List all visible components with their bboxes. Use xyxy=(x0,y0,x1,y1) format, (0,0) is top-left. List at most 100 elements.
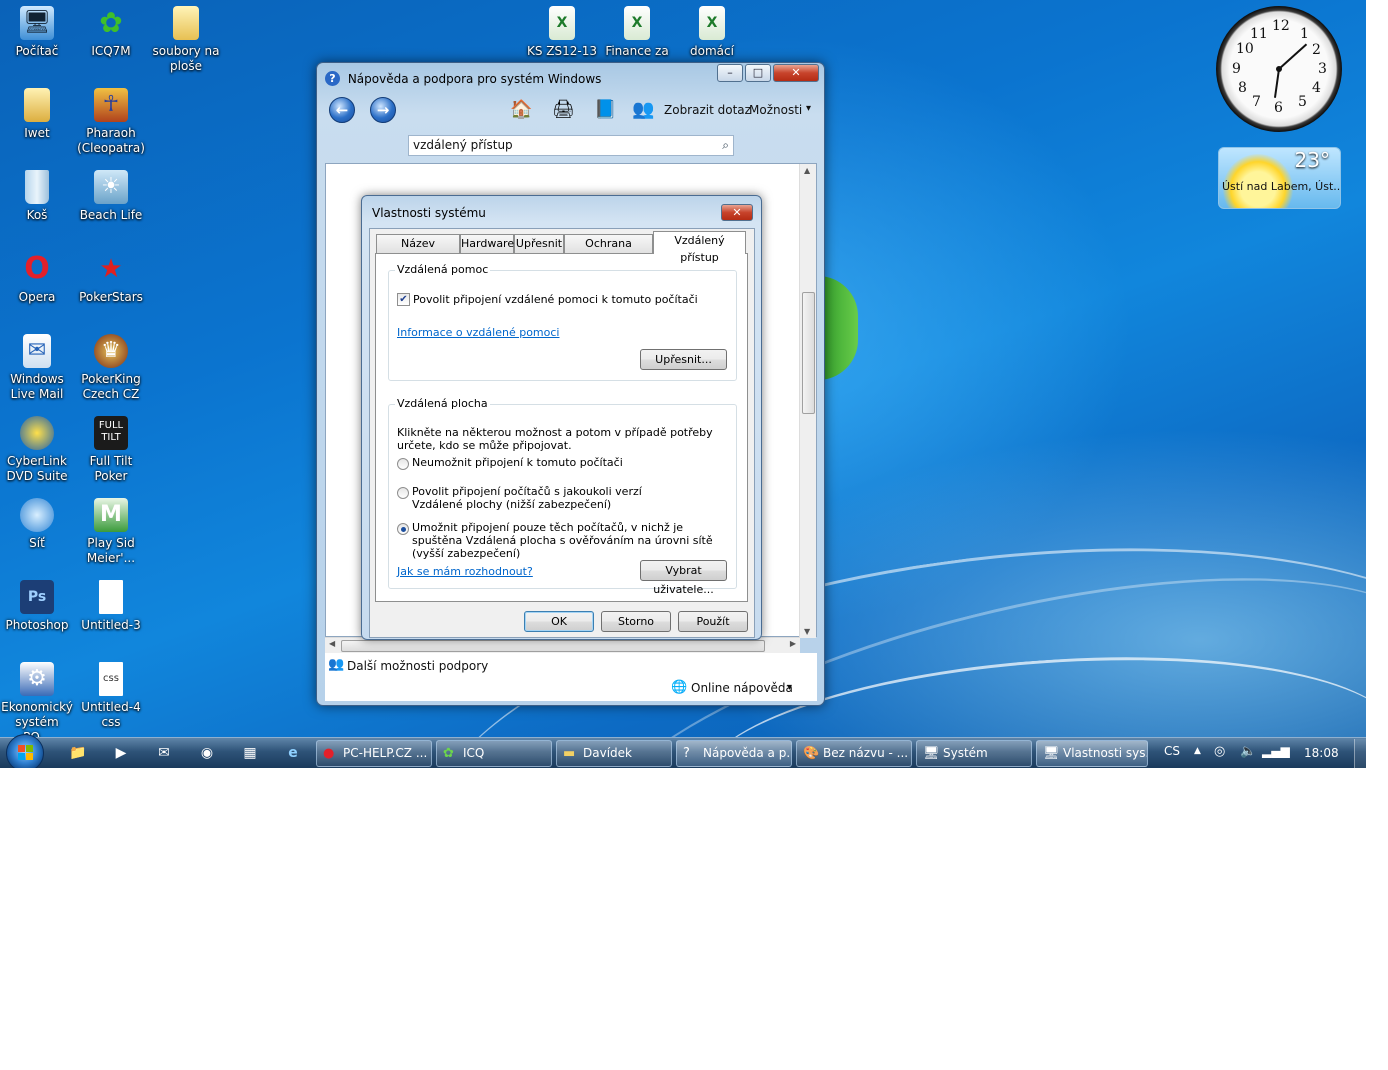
show-hidden-icons-icon[interactable]: ▲ xyxy=(1194,746,1201,756)
maximize-button[interactable]: □ xyxy=(745,64,771,82)
mail-icon[interactable]: ✉ xyxy=(154,743,174,763)
print-icon[interactable]: 🖨 xyxy=(552,99,575,120)
select-users-button[interactable]: Vybrat uživatele... xyxy=(640,560,727,596)
desktop-icon-full-tilt[interactable]: FULL TILT Full Tilt Poker xyxy=(74,414,148,484)
task-davidek[interactable]: ▬ Davídek xyxy=(556,740,672,767)
task-icq[interactable]: ✿ ICQ xyxy=(436,740,552,767)
tab-advanced[interactable]: Upřesnit xyxy=(514,234,564,253)
language-indicator[interactable]: CS xyxy=(1164,744,1180,758)
clock-time[interactable]: 18:08 xyxy=(1304,746,1339,760)
desktop-icon-photoshop[interactable]: Ps Photoshop xyxy=(0,578,74,633)
scroll-left-icon[interactable]: ◀ xyxy=(329,639,335,648)
ask-icon[interactable]: 👥 xyxy=(632,99,654,120)
tab-computer-name[interactable]: Název počítače xyxy=(376,234,460,267)
home-icon[interactable]: 🏠 xyxy=(510,99,532,120)
radio-allow-any-version-label[interactable]: Povolit připojení počítačů s jakoukoli v… xyxy=(412,485,672,511)
online-help-button[interactable]: Online nápověda xyxy=(691,681,793,695)
clock-gadget[interactable]: 12 1 2 3 4 5 6 7 8 9 10 11 xyxy=(1216,6,1342,132)
desktop: 🖥 Počítač ✿ ICQ7M soubory na ploše Iwet … xyxy=(0,0,1366,768)
desktop-icon-soubory[interactable]: soubory na ploše xyxy=(149,4,223,74)
dialog-close-button[interactable]: ✕ xyxy=(721,204,753,221)
desktop-icon-sit[interactable]: Síť xyxy=(0,496,74,551)
desktop-icon-pokerstars[interactable]: ★ PokerStars xyxy=(74,250,148,305)
network-tray-icon[interactable]: ◎ xyxy=(1214,744,1225,759)
desktop-icon-pokerking[interactable]: ♛ PokerKing Czech CZ xyxy=(74,332,148,402)
desktop-icon-domaci[interactable]: X domácí xyxy=(675,4,749,59)
desktop-icon-untitled-3[interactable]: Untitled-3 xyxy=(74,578,148,633)
desktop-icon-cyberlink[interactable]: CyberLink DVD Suite xyxy=(0,414,74,484)
desktop-icon-opera[interactable]: O Opera xyxy=(0,250,74,305)
remote-assistance-checkbox-label[interactable]: Povolit připojení vzdálené pomoci k tomu… xyxy=(413,293,698,306)
scrollbar-thumb[interactable] xyxy=(341,640,765,652)
tab-hardware[interactable]: Hardware xyxy=(460,234,514,253)
desktop-icon-pharaoh[interactable]: ☥ Pharaoh (Cleopatra) xyxy=(74,86,148,156)
chevron-down-icon[interactable]: ▾ xyxy=(787,682,792,693)
weather-gadget[interactable]: 23° Ústí nad Labem, Úst... xyxy=(1218,147,1341,209)
ask-button[interactable]: Zobrazit dotaz xyxy=(664,103,751,117)
scroll-up-icon[interactable]: ▲ xyxy=(804,166,810,175)
start-button[interactable] xyxy=(6,734,44,768)
calculator-icon[interactable]: ▦ xyxy=(240,743,260,763)
desktop-icon-pocitac[interactable]: 🖥 Počítač xyxy=(0,4,74,59)
tab-system-protection[interactable]: Ochrana systému xyxy=(564,234,653,267)
search-icon[interactable]: ⌕ xyxy=(722,136,729,155)
help-window-titlebar[interactable]: ? Nápověda a podpora pro systém Windows xyxy=(325,67,714,89)
ok-button[interactable]: OK xyxy=(524,611,594,632)
radio-allow-nla-only-label[interactable]: Umožnit připojení pouze těch počítačů, v… xyxy=(412,521,732,560)
media-player-icon[interactable]: ▶ xyxy=(111,743,131,763)
close-button[interactable]: ✕ xyxy=(773,64,819,82)
mail-icon: ✉ xyxy=(23,334,51,368)
explorer-icon[interactable]: 📁 xyxy=(68,743,88,763)
internet-explorer-icon[interactable]: e xyxy=(283,743,303,763)
forward-button[interactable]: → xyxy=(370,97,396,123)
more-support-link[interactable]: Další možnosti podpory xyxy=(347,659,488,673)
desktop-icon-untitled-4[interactable]: css Untitled-4 css xyxy=(74,660,148,730)
scrollbar-thumb[interactable] xyxy=(802,292,815,414)
recycle-bin-icon xyxy=(25,170,49,204)
desktop-icon-kos[interactable]: Koš xyxy=(0,168,74,223)
advanced-button[interactable]: Upřesnit... xyxy=(640,349,727,370)
task-system-properties[interactable]: 🖥 Vlastnosti sys... xyxy=(1036,740,1148,767)
folder-icon: ▬ xyxy=(563,746,576,761)
radio-allow-nla-only[interactable] xyxy=(397,523,409,535)
options-button[interactable]: Možnosti xyxy=(749,103,802,117)
windows-flag-icon xyxy=(18,745,33,760)
desktop-icon-iwet[interactable]: Iwet xyxy=(0,86,74,141)
radio-allow-any-version[interactable] xyxy=(397,487,409,499)
desktop-icon-beach-life[interactable]: ☀ Beach Life xyxy=(74,168,148,223)
task-help[interactable]: ? Nápověda a p... xyxy=(676,740,792,767)
show-desktop-button[interactable] xyxy=(1354,739,1366,768)
desktop-icon-sid-meier[interactable]: M Play Sid Meier'... xyxy=(74,496,148,566)
globe-icon[interactable]: ◉ xyxy=(197,743,217,763)
desktop-icon-ekonomicky[interactable]: ⚙ Ekonomický systém PO... xyxy=(0,660,74,745)
task-system[interactable]: 🖥 Systém xyxy=(916,740,1032,767)
photoshop-icon: Ps xyxy=(20,580,54,614)
back-button[interactable]: ← xyxy=(329,97,355,123)
task-paint[interactable]: 🎨 Bez názvu - ... xyxy=(796,740,912,767)
cancel-button[interactable]: Storno xyxy=(601,611,671,632)
minimize-button[interactable]: – xyxy=(717,64,743,82)
icon-label: KS ZS12-13 xyxy=(526,44,597,58)
desktop-icon-icq[interactable]: ✿ ICQ7M xyxy=(74,4,148,59)
remote-assistance-info-link[interactable]: Informace o vzdálené pomoci xyxy=(397,326,559,339)
remote-assistance-checkbox[interactable]: ✔ xyxy=(397,293,410,306)
desktop-icon-finance[interactable]: X Finance za xyxy=(600,4,674,59)
scroll-right-icon[interactable]: ▶ xyxy=(790,639,796,648)
task-opera[interactable]: ● PC-HELP.CZ ... xyxy=(316,740,432,767)
remote-assistance-group: Vzdálená pomoc ✔ Povolit připojení vzdál… xyxy=(388,263,737,381)
radio-deny-remote[interactable] xyxy=(397,458,409,470)
vertical-scrollbar[interactable]: ▲ ▼ xyxy=(799,164,816,638)
tab-remote[interactable]: Vzdálený přístup xyxy=(653,231,746,264)
opera-icon: ● xyxy=(323,746,335,761)
how-to-decide-link[interactable]: Jak se mám rozhodnout? xyxy=(397,565,533,578)
signal-icon[interactable]: ▂▄▆ xyxy=(1262,744,1290,758)
search-input[interactable]: vzdálený přístup ⌕ xyxy=(408,135,734,156)
chevron-down-icon[interactable]: ▾ xyxy=(806,103,811,114)
radio-deny-remote-label[interactable]: Neumožnit připojení k tomuto počítači xyxy=(412,456,727,469)
volume-icon[interactable]: 🔈 xyxy=(1240,744,1256,759)
apply-button[interactable]: Použít xyxy=(678,611,748,632)
desktop-icon-live-mail[interactable]: ✉ Windows Live Mail xyxy=(0,332,74,402)
browse-help-icon[interactable]: 📘 xyxy=(594,99,616,120)
desktop-icon-ks-zs[interactable]: X KS ZS12-13 xyxy=(525,4,599,59)
scroll-down-icon[interactable]: ▼ xyxy=(804,627,810,636)
